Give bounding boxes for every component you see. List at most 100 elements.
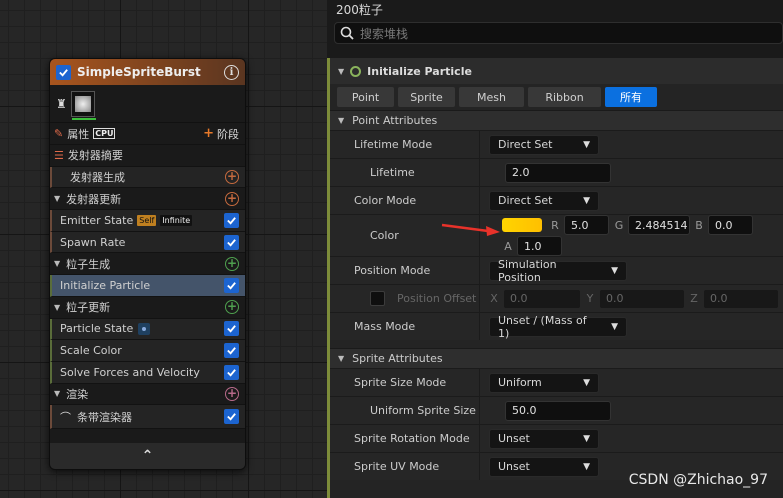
filter-tabs: Point Sprite Mesh Ribbon 所有 — [330, 84, 783, 110]
add-module-icon[interactable]: + — [225, 191, 239, 206]
emitter-spawn-row[interactable]: 发射器生成 + — [50, 166, 245, 189]
property-rows: Lifetime Mode Direct Set ▼ Lifetime 2.0 … — [330, 130, 783, 340]
dropdown-value: Direct Set — [498, 194, 553, 207]
panel-title: 200粒子 — [336, 3, 383, 17]
thumbnail-image — [74, 95, 91, 112]
particle-spawn-section[interactable]: ▼ 粒子生成 + — [50, 253, 245, 276]
chevron-down-icon: ▼ — [611, 265, 618, 276]
module-enabled-checkbox[interactable] — [224, 409, 239, 425]
chevron-down-icon: ▼ — [583, 195, 590, 206]
filter-tab-mesh[interactable]: Mesh — [459, 87, 524, 107]
module-properties: ▼ Initialize Particle Point Sprite Mesh … — [330, 58, 783, 498]
thumbnail-indicator — [71, 117, 96, 120]
module-enabled-checkbox[interactable] — [224, 212, 239, 228]
collapse-triangle-icon[interactable]: ▼ — [54, 389, 60, 398]
chevron-down-icon: ▼ — [583, 433, 590, 444]
property-position-mode: Position Mode Simulation Position ▼ — [330, 256, 783, 284]
collapse-triangle-icon[interactable]: ▼ — [338, 116, 344, 125]
check-icon — [227, 282, 236, 290]
add-renderer-icon[interactable]: + — [225, 386, 239, 401]
filter-tab-point[interactable]: Point — [337, 87, 394, 107]
module-title: Initialize Particle — [367, 64, 472, 78]
dropdown-value: Simulation Position — [498, 257, 557, 284]
emitter-update-section[interactable]: ▼ 发射器更新 + — [50, 188, 245, 211]
category-point-attributes[interactable]: ▼ Point Attributes — [330, 110, 783, 130]
stage-label[interactable]: 阶段 — [217, 126, 239, 142]
add-module-icon[interactable]: + — [225, 300, 239, 315]
module-row-particle-state[interactable]: Particle State — [50, 318, 245, 341]
node-collapse-button[interactable]: ⌃ — [50, 443, 245, 469]
position-mode-dropdown[interactable]: Simulation Position ▼ — [489, 257, 627, 284]
module-enabled-checkbox[interactable] — [224, 277, 239, 293]
module-enabled-checkbox[interactable] — [224, 364, 239, 380]
property-label: Color Mode — [330, 187, 480, 214]
filter-tab-ribbon[interactable]: Ribbon — [528, 87, 601, 107]
color-a-label: A — [504, 240, 512, 253]
module-label: Initialize Particle — [60, 278, 151, 292]
position-offset-checkbox[interactable] — [370, 291, 385, 306]
add-stage-icon[interactable]: + — [203, 126, 214, 141]
person-icon[interactable]: ♜ — [56, 97, 67, 111]
property-label: Mass Mode — [330, 313, 480, 340]
color-g-input[interactable]: 2.484514 — [628, 215, 690, 235]
color-mode-dropdown[interactable]: Direct Set ▼ — [489, 190, 599, 211]
search-input[interactable]: 搜索堆栈 — [360, 25, 408, 42]
render-label: 渲染 — [66, 387, 89, 401]
collapse-triangle-icon[interactable]: ▼ — [54, 194, 60, 203]
color-a-input[interactable]: 1.0 — [517, 236, 562, 256]
node-graph-canvas[interactable]: SimpleSpriteBurst i ♜ ✎ 属性 CPU + 阶段 ☰ 发射… — [0, 0, 327, 498]
module-row-solve-forces[interactable]: Solve Forces and Velocity — [50, 361, 245, 384]
module-header[interactable]: ▼ Initialize Particle — [330, 58, 783, 84]
module-enabled-checkbox[interactable] — [224, 321, 239, 337]
pos-z-input[interactable]: 0.0 — [703, 288, 779, 309]
particle-update-section[interactable]: ▼ 粒子更新 + — [50, 296, 245, 319]
uniform-sprite-size-input[interactable]: 50.0 — [505, 400, 611, 421]
color-r-input[interactable]: 5.0 — [564, 215, 609, 235]
filter-tab-sprite[interactable]: Sprite — [398, 87, 455, 107]
color-swatch[interactable] — [502, 218, 542, 232]
add-module-icon[interactable]: + — [225, 170, 239, 185]
dropdown-value: Uniform — [498, 376, 542, 389]
lifetime-mode-dropdown[interactable]: Direct Set ▼ — [489, 134, 599, 155]
info-icon[interactable]: i — [224, 64, 239, 80]
emitter-enabled-checkbox[interactable] — [56, 64, 71, 80]
property-label: Sprite Rotation Mode — [330, 425, 480, 452]
add-module-icon[interactable]: + — [225, 256, 239, 271]
properties-row[interactable]: ✎ 属性 CPU + 阶段 — [50, 123, 245, 145]
module-row-spawn-rate[interactable]: Spawn Rate — [50, 231, 245, 254]
lifetime-input[interactable]: 2.0 — [505, 162, 611, 183]
search-stack-field[interactable]: 搜索堆栈 — [334, 22, 783, 44]
property-lifetime: Lifetime 2.0 — [330, 158, 783, 186]
property-label: Lifetime — [330, 159, 480, 186]
module-enabled-checkbox[interactable] — [224, 343, 239, 359]
pos-y-input[interactable]: 0.0 — [599, 288, 685, 309]
collapse-triangle-icon[interactable]: ▼ — [54, 303, 60, 312]
emitter-node-header[interactable]: SimpleSpriteBurst i — [50, 59, 245, 85]
pos-x-input[interactable]: 0.0 — [503, 288, 581, 309]
list-icon: ☰ — [54, 148, 64, 162]
module-enabled-checkbox[interactable] — [224, 234, 239, 250]
color-b-input[interactable]: 0.0 — [708, 215, 753, 235]
category-sprite-attributes[interactable]: ▼ Sprite Attributes — [330, 348, 783, 368]
module-row-ribbon-renderer[interactable]: ⌒ 条带渲染器 — [50, 405, 245, 430]
render-section[interactable]: ▼ 渲染 + — [50, 383, 245, 406]
sprite-size-mode-dropdown[interactable]: Uniform ▼ — [489, 372, 599, 393]
filter-tab-all[interactable]: 所有 — [605, 87, 657, 107]
emitter-summary-row[interactable]: ☰ 发射器摘要 — [50, 145, 245, 167]
collapse-triangle-icon[interactable]: ▼ — [338, 67, 344, 76]
sprite-rotation-mode-dropdown[interactable]: Unset ▼ — [489, 428, 599, 449]
sprite-uv-mode-dropdown[interactable]: Unset ▼ — [489, 456, 599, 477]
property-mass-mode: Mass Mode Unset / (Mass of 1) ▼ — [330, 312, 783, 340]
collapse-triangle-icon[interactable]: ▼ — [338, 354, 344, 363]
module-row-scale-color[interactable]: Scale Color — [50, 340, 245, 362]
collapse-triangle-icon[interactable]: ▼ — [54, 259, 60, 268]
dot-badge-icon — [138, 322, 151, 335]
emitter-thumbnail[interactable] — [70, 90, 96, 120]
module-row-emitter-state[interactable]: Emitter State Self Infinite — [50, 210, 245, 232]
emitter-node[interactable]: SimpleSpriteBurst i ♜ ✎ 属性 CPU + 阶段 ☰ 发射… — [49, 58, 246, 470]
emitter-summary-label: 发射器摘要 — [67, 149, 123, 163]
mass-mode-dropdown[interactable]: Unset / (Mass of 1) ▼ — [489, 314, 627, 340]
module-row-initialize-particle[interactable]: Initialize Particle — [50, 275, 245, 297]
module-status-icon — [350, 65, 362, 77]
property-color: Color R 5.0 G 2.484514 B 0.0 A 1.0 — [330, 214, 783, 256]
